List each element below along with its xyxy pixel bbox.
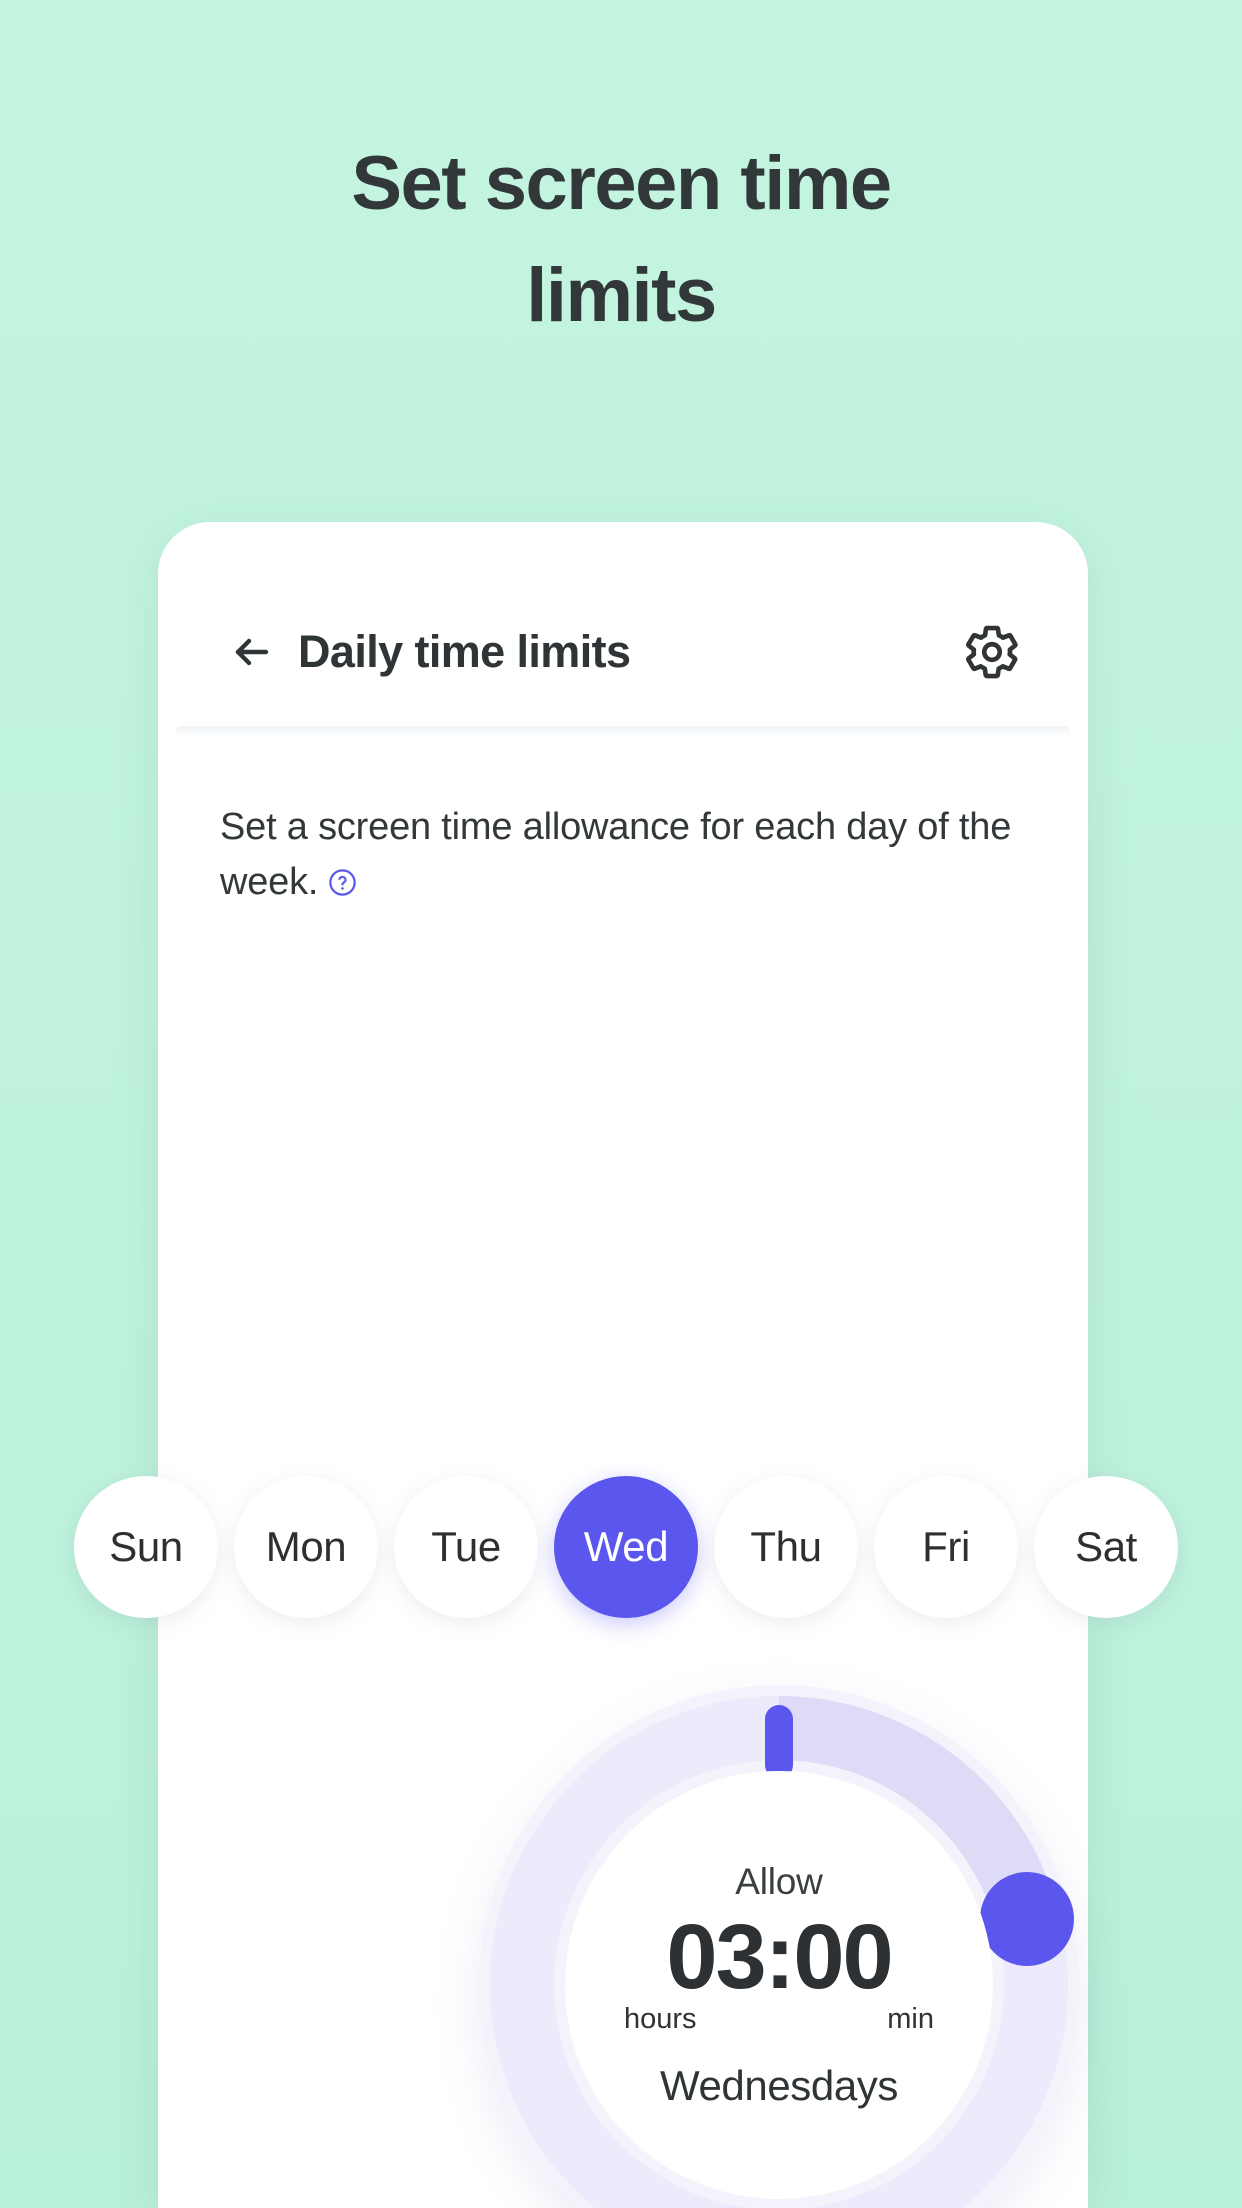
day-chip-sat[interactable]: Sat	[1034, 1476, 1178, 1618]
time-value: 03:00	[666, 1905, 893, 2008]
arrow-left-icon[interactable]	[220, 620, 284, 684]
day-chip-mon[interactable]: Mon	[234, 1476, 378, 1618]
header-divider	[176, 726, 1070, 736]
day-chip-label: Tue	[431, 1523, 501, 1570]
promo-heading-line-2: limits	[526, 253, 717, 338]
help-circle-icon[interactable]	[327, 859, 358, 896]
day-selector[interactable]: Sun Mon Tue Wed Thu Fri Sat	[66, 1462, 1242, 1632]
day-chip-thu[interactable]: Thu	[714, 1476, 858, 1618]
hours-unit-label: hours	[624, 2002, 697, 2035]
unit-row: hours min	[614, 2003, 944, 2036]
phone-screen-card: Daily time limits Set a screen time allo…	[74, 522, 1178, 2208]
day-chip-label: Fri	[922, 1523, 970, 1570]
selected-day-name: Wednesdays	[659, 2061, 899, 2109]
day-chip-label: Wed	[583, 1523, 669, 1570]
allow-label: Allow	[735, 1860, 823, 1902]
day-chip-fri[interactable]: Fri	[874, 1476, 1018, 1618]
promo-screenshot: Set screen time limits Daily time limits	[0, 0, 1242, 2208]
day-chip-label: Thu	[750, 1523, 822, 1570]
time-dial[interactable]: Allow 03:00 hours min Wednesdays	[479, 1685, 1079, 2208]
dial-start-tick	[765, 1705, 793, 1779]
day-chip-label: Sat	[1075, 1523, 1137, 1570]
gear-icon[interactable]	[962, 622, 1022, 682]
app-header: Daily time limits	[158, 606, 1088, 698]
day-chip-tue[interactable]: Tue	[394, 1476, 538, 1618]
description-text: Set a screen time allowance for each day…	[220, 800, 1020, 910]
promo-heading-line-1: Set screen time	[351, 141, 892, 226]
dial-thumb-handle	[980, 1872, 1074, 1966]
minutes-unit-label: min	[887, 2002, 934, 2035]
promo-heading: Set screen time limits	[0, 128, 1242, 352]
dial-center-readout: Allow 03:00 hours min Wednesdays	[565, 1771, 993, 2199]
page-title: Daily time limits	[298, 626, 631, 677]
day-chip-wed[interactable]: Wed	[554, 1476, 698, 1618]
day-chip-label: Sun	[109, 1523, 183, 1570]
day-chip-label: Mon	[265, 1523, 347, 1570]
day-chip-sun[interactable]: Sun	[74, 1476, 218, 1618]
